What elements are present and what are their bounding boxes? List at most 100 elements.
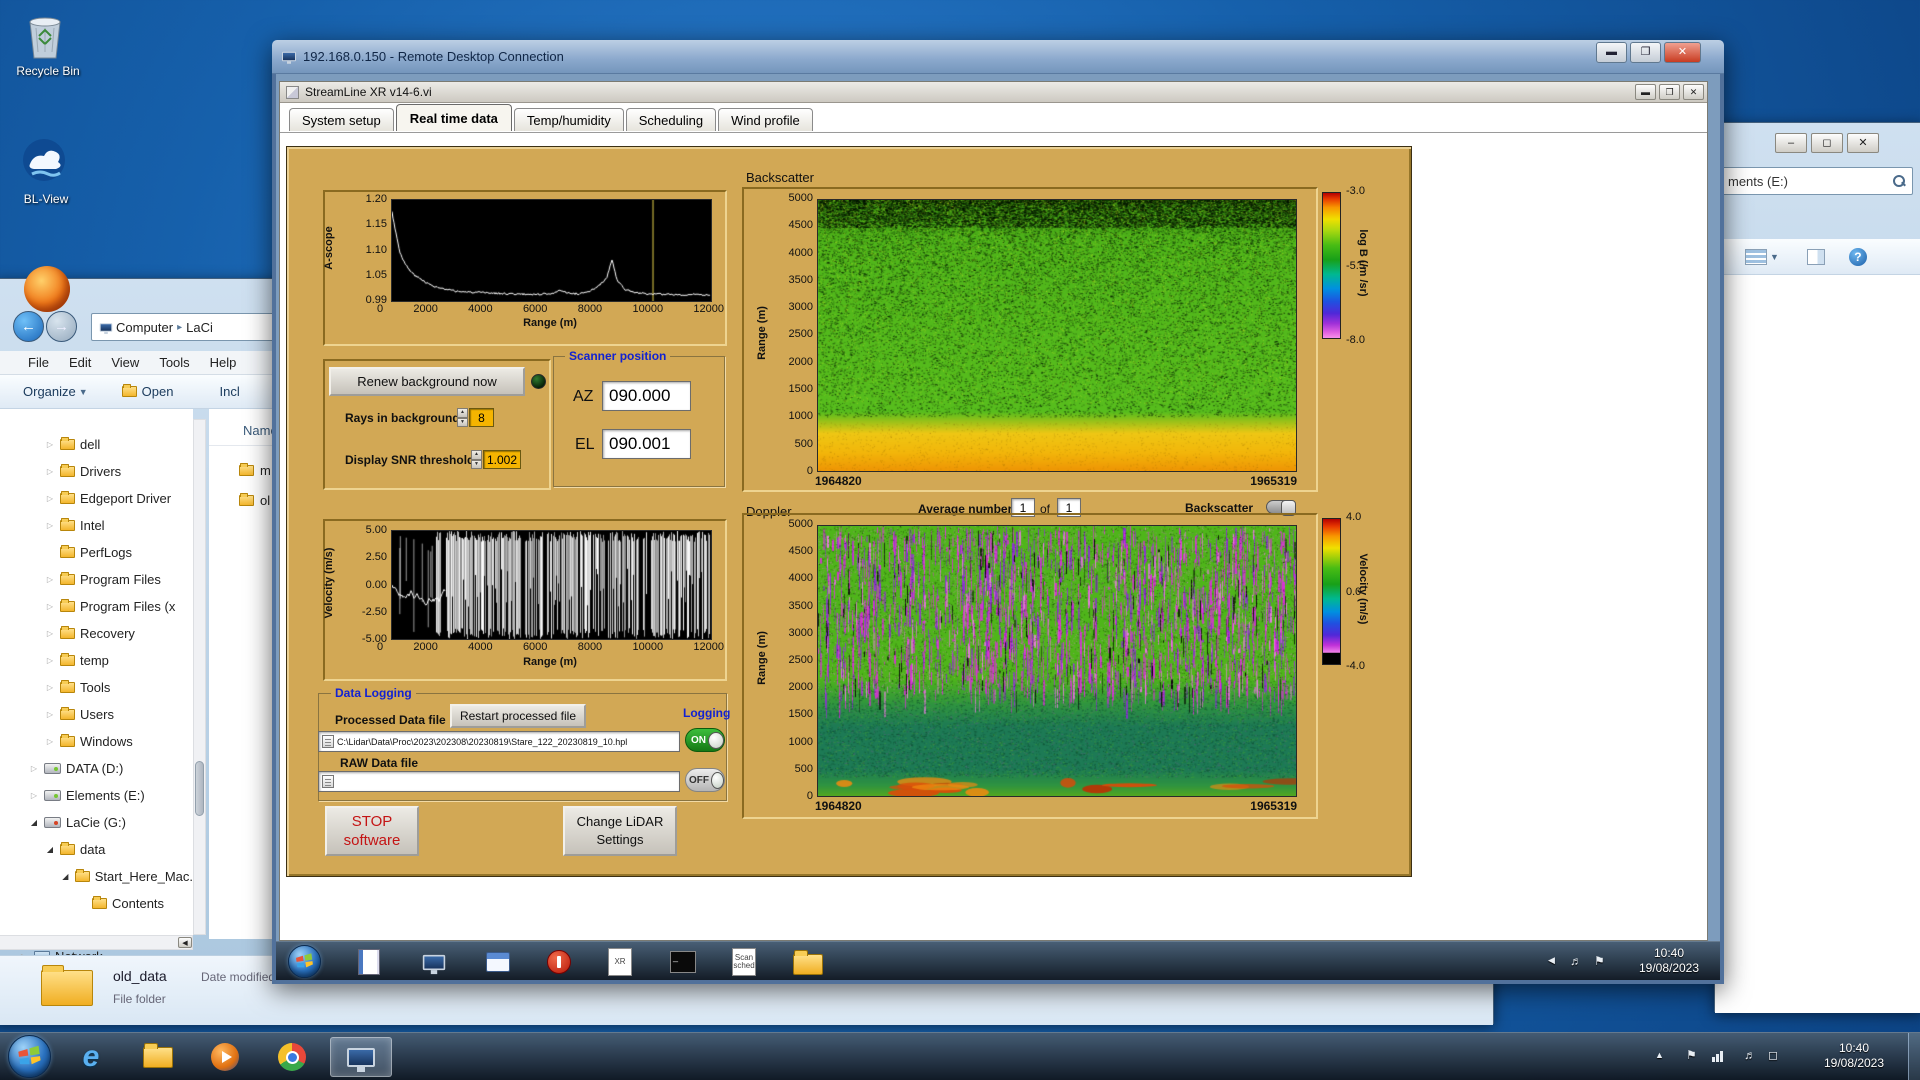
velocity-plot[interactable] bbox=[391, 530, 712, 640]
console-icon[interactable]: _ bbox=[668, 947, 698, 977]
expander-collapsed-icon[interactable]: ▷ bbox=[45, 683, 55, 692]
tree-item-dell[interactable]: ▷ dell bbox=[0, 433, 193, 455]
bl-view-label[interactable]: BL-View bbox=[0, 192, 94, 206]
bl-view-icon[interactable] bbox=[20, 136, 72, 188]
power-stop-icon[interactable] bbox=[544, 947, 574, 977]
tree-item-temp[interactable]: ▷ temp bbox=[0, 649, 193, 671]
tree-item-tools[interactable]: ▷ Tools bbox=[0, 676, 193, 698]
tree-vertical-scrollbar[interactable] bbox=[193, 419, 206, 935]
close-button[interactable]: ✕ bbox=[1683, 84, 1704, 100]
taskbar-rdp-icon-active[interactable] bbox=[330, 1037, 392, 1077]
firefox-icon[interactable] bbox=[24, 266, 70, 312]
tree-item-edgeport-driver[interactable]: ▷ Edgeport Driver bbox=[0, 487, 193, 509]
views-icon[interactable] bbox=[1745, 248, 1767, 265]
tree-item-users[interactable]: ▷ Users bbox=[0, 703, 193, 725]
close-button[interactable]: ✕ bbox=[1664, 42, 1701, 63]
raw-file-path-field[interactable] bbox=[318, 771, 680, 792]
tree-item-recovery[interactable]: ▷ Recovery bbox=[0, 622, 193, 644]
backscatter-heatmap[interactable] bbox=[817, 199, 1297, 472]
volume-icon[interactable]: ♬ bbox=[1744, 1048, 1756, 1062]
scroll-left-button[interactable]: ◀ bbox=[178, 937, 192, 948]
expander-collapsed-icon[interactable]: ▷ bbox=[29, 764, 39, 773]
tab-temp-humidity[interactable]: Temp/humidity bbox=[513, 108, 624, 131]
expander-collapsed-icon[interactable]: ▷ bbox=[45, 440, 55, 449]
expander-collapsed-icon[interactable]: ▷ bbox=[45, 656, 55, 665]
tab-scheduling[interactable]: Scheduling bbox=[625, 108, 717, 131]
recycle-bin-icon[interactable] bbox=[22, 8, 74, 64]
breadcrumb-current[interactable]: LaCi bbox=[186, 320, 213, 335]
expander-collapsed-icon[interactable]: ▷ bbox=[45, 737, 55, 746]
backscatter-toggle[interactable] bbox=[1266, 500, 1296, 516]
tree-item-lacie-g[interactable]: ◢ LaCie (G:) bbox=[0, 811, 193, 833]
menu-help[interactable]: Help bbox=[201, 352, 246, 373]
rays-spinner[interactable]: ▲ ▼ bbox=[457, 408, 468, 427]
minimize-button[interactable]: – bbox=[1775, 133, 1807, 153]
expander-expanded-icon[interactable]: ◢ bbox=[45, 845, 55, 854]
tree-item-elements-e[interactable]: ▷ Elements (E:) bbox=[0, 784, 193, 806]
expander-collapsed-icon[interactable]: ▷ bbox=[45, 710, 55, 719]
xr-document-icon[interactable]: XR bbox=[605, 947, 635, 977]
scrollbar-thumb[interactable] bbox=[195, 761, 204, 816]
scan-scheduler-icon[interactable]: Scan sched bbox=[729, 947, 759, 977]
expander-collapsed-icon[interactable]: ▷ bbox=[45, 494, 55, 503]
renew-background-button[interactable]: Renew background now bbox=[329, 367, 525, 396]
taskbar-chrome-icon[interactable] bbox=[263, 1037, 321, 1077]
preview-pane-icon[interactable] bbox=[1806, 248, 1825, 265]
journal-app-icon[interactable] bbox=[354, 947, 384, 977]
snr-threshold-input[interactable]: 1.002 bbox=[483, 450, 521, 469]
include-button[interactable]: Incl bbox=[219, 384, 239, 399]
remote-clock[interactable]: 10:40 19/08/2023 bbox=[1624, 946, 1714, 976]
close-button[interactable]: ✕ bbox=[1847, 133, 1879, 153]
expander-collapsed-icon[interactable]: ▷ bbox=[29, 791, 39, 800]
processed-logging-toggle[interactable]: ON bbox=[685, 728, 725, 752]
tab-system-setup[interactable]: System setup bbox=[289, 108, 394, 131]
show-desktop-button[interactable] bbox=[1908, 1033, 1920, 1080]
restore-button[interactable]: ❐ bbox=[1659, 84, 1680, 100]
remote-computers-icon[interactable] bbox=[419, 947, 449, 977]
expander-collapsed-icon[interactable]: ▷ bbox=[45, 521, 55, 530]
ascope-plot[interactable] bbox=[391, 199, 712, 302]
tree-horizontal-scrollbar[interactable]: ◀ bbox=[0, 935, 193, 950]
minimize-button[interactable]: ▬ bbox=[1635, 84, 1656, 100]
doppler-heatmap[interactable] bbox=[817, 525, 1297, 797]
expander-expanded-icon[interactable]: ◢ bbox=[61, 872, 70, 881]
forward-button[interactable]: → bbox=[46, 311, 77, 342]
maximize-button[interactable]: ◻ bbox=[1811, 133, 1843, 153]
restart-processed-file-button[interactable]: Restart processed file bbox=[450, 704, 586, 728]
expander-collapsed-icon[interactable]: ▷ bbox=[45, 629, 55, 638]
expander-collapsed-icon[interactable]: ▷ bbox=[45, 467, 55, 476]
flag-icon[interactable]: ⚑ bbox=[1686, 1048, 1697, 1062]
menu-view[interactable]: View bbox=[102, 352, 148, 373]
search-box[interactable]: ments (E:) bbox=[1721, 167, 1913, 195]
taskbar-ie-icon[interactable]: e bbox=[62, 1037, 120, 1077]
menu-edit[interactable]: Edit bbox=[60, 352, 100, 373]
tree-item-perflogs[interactable]: PerfLogs bbox=[0, 541, 193, 563]
restore-button[interactable]: ❐ bbox=[1630, 42, 1661, 63]
taskbar-explorer-icon[interactable] bbox=[129, 1037, 187, 1077]
language-icon[interactable]: ◻ bbox=[1768, 1048, 1778, 1062]
tree-item-contents[interactable]: Contents bbox=[0, 892, 193, 914]
recycle-bin-label[interactable]: Recycle Bin bbox=[0, 64, 96, 78]
taskbar-media-player-icon[interactable] bbox=[196, 1037, 254, 1077]
flag-icon[interactable]: ⚑ bbox=[1594, 954, 1605, 968]
tree-item-intel[interactable]: ▷ Intel bbox=[0, 514, 193, 536]
rdp-title-bar[interactable]: 192.168.0.150 - Remote Desktop Connectio… bbox=[272, 40, 1724, 74]
hidden-icons-arrow[interactable]: ◀ bbox=[1548, 955, 1555, 966]
show-hidden-icons-arrow[interactable]: ▲ bbox=[1655, 1050, 1664, 1060]
change-lidar-settings-button[interactable]: Change LiDAR Settings bbox=[563, 806, 677, 856]
network-icon[interactable] bbox=[1712, 1051, 1723, 1065]
menu-tools[interactable]: Tools bbox=[150, 352, 198, 373]
menu-file[interactable]: File bbox=[19, 352, 58, 373]
back-button[interactable]: ← bbox=[13, 311, 44, 342]
rays-in-background-input[interactable]: 8 bbox=[469, 408, 494, 427]
host-clock[interactable]: 10:40 19/08/2023 bbox=[1808, 1041, 1900, 1071]
organize-button[interactable]: Organize bbox=[0, 384, 76, 399]
remote-start-button[interactable] bbox=[288, 945, 321, 978]
breadcrumb-root[interactable]: Computer bbox=[116, 320, 173, 335]
app-window-icon[interactable] bbox=[483, 947, 513, 977]
snr-spinner[interactable]: ▲ ▼ bbox=[471, 450, 482, 469]
streamline-title-bar[interactable]: StreamLine XR v14-6.vi ▬ ❐ ✕ bbox=[280, 82, 1707, 103]
expander-expanded-icon[interactable]: ◢ bbox=[29, 818, 39, 827]
az-value-field[interactable]: 090.000 bbox=[602, 381, 691, 411]
tab-real-time-data[interactable]: Real time data bbox=[395, 104, 512, 131]
